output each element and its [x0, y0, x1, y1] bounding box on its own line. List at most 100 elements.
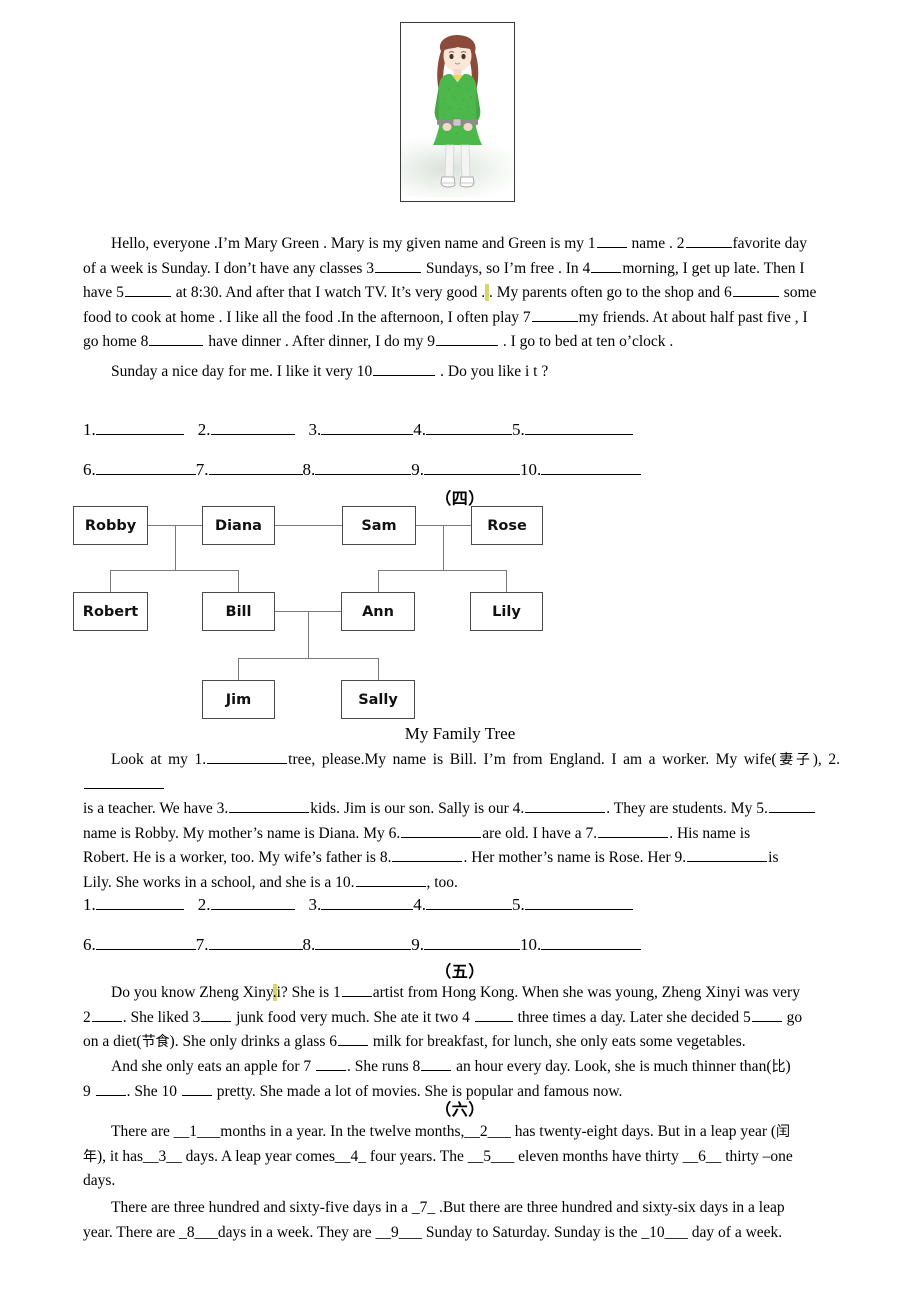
ft-blank-3 — [229, 797, 310, 814]
tree-node-jim: Jim — [202, 680, 275, 719]
illustration-frame — [400, 22, 515, 202]
answer-line-5[interactable] — [524, 418, 633, 436]
ft-cn-wife: 妻子 — [776, 752, 813, 768]
s5-l3b: ). She only drinks a glass 6 — [169, 1033, 338, 1051]
p3-line1-b: name . 2 — [627, 235, 685, 252]
s5-l1b: i? She is 1 — [276, 984, 341, 1001]
section-five-caption: （五） — [435, 962, 485, 981]
s5-blank-8 — [421, 1055, 452, 1071]
answer2-num-5: 5. — [512, 895, 525, 915]
tree-node-sam: Sam — [342, 506, 416, 545]
p3-line5-b: have dinner . After dinner, I do my 9 — [204, 333, 435, 351]
tree-drop-robert — [110, 570, 111, 592]
ft-blank-5 — [768, 797, 815, 814]
tree-node-label: Sally — [358, 691, 398, 708]
answer-row-1-5-first: 1. 2. 3. 4. 5. — [83, 418, 633, 440]
inline-blank-8 — [149, 331, 204, 347]
answer2-line-5[interactable] — [524, 893, 633, 911]
answer2-line-6[interactable] — [95, 933, 196, 951]
s6-l1a: There are __1___months in a year. In the… — [111, 1123, 777, 1140]
s6-l4a: There are three hundred and sixty-five d… — [111, 1199, 785, 1216]
section-five-passage-a: Do you know Zheng Xiny.i? She is 1 artist… — [83, 981, 840, 1055]
ft-l4b: . Her mother’s name is Rose. Her 9. — [463, 849, 687, 867]
answer-num-1: 1. — [83, 420, 96, 440]
ft-l1d: ), 2. — [812, 751, 840, 768]
answer-line-9[interactable] — [424, 458, 520, 476]
answer-line-10[interactable] — [541, 458, 642, 476]
s5-blank-3 — [201, 1006, 232, 1022]
s5-l4a: And she only eats an apple for 7 — [111, 1058, 316, 1075]
answer-num-3: 3. — [308, 420, 322, 440]
answer-line-2[interactable] — [210, 418, 295, 436]
answer-line-3[interactable] — [321, 418, 414, 436]
s5-l4d: ) — [785, 1058, 791, 1075]
answer-row-6-10-second: 6. 7. 8. 9. 10. — [83, 933, 642, 955]
worksheet-page: Hello, everyone .I’m Mary Green . Mary i… — [0, 0, 920, 1302]
s5-blank-4 — [474, 1006, 513, 1022]
s5-l4c: an hour every day. Look, she is much thi… — [452, 1058, 772, 1075]
answer-line-1[interactable] — [95, 418, 184, 436]
p3-line3-b: at 8:30. And after that I watch TV. It’s… — [171, 284, 486, 302]
s5-l2d: three times a day. Later she decided 5 — [513, 1008, 751, 1026]
p3-line2-b: Sundays, so I’m free . In 4 — [421, 259, 591, 277]
s5-blank-1 — [341, 981, 372, 997]
answer-num-4: 4. — [413, 420, 426, 440]
answer2-line-4[interactable] — [426, 893, 512, 911]
tree-drop-jim — [238, 658, 239, 680]
answer2-num-7: 7. — [195, 935, 209, 955]
answer2-line-8[interactable] — [315, 933, 412, 951]
tree-node-label: Lily — [492, 603, 521, 620]
ft-l1b: tree, please.My name is Bill. I’m from E… — [288, 751, 777, 768]
s5-l2a: 2 — [83, 1008, 91, 1026]
answer-num-6: 6. — [83, 460, 96, 480]
inline-blank-4 — [591, 257, 622, 273]
cartoon-girl-illustration — [433, 35, 482, 188]
answer-line-6[interactable] — [95, 458, 196, 476]
p3-line6-a: Sunday a nice day for me. I like it very… — [111, 363, 373, 380]
answer2-line-7[interactable] — [208, 933, 303, 951]
answer-line-4[interactable] — [426, 418, 512, 436]
s5-blank-5 — [751, 1006, 782, 1022]
s5-cn-diet: 节食 — [141, 1034, 170, 1051]
tree-node-robby: Robby — [73, 506, 148, 545]
tree-drop-bill-ann — [308, 611, 309, 658]
ft-blank-10 — [355, 871, 426, 887]
answer2-line-3[interactable] — [321, 893, 414, 911]
passage-three-text: Hello, everyone .I’m Mary Green . Mary i… — [83, 232, 840, 355]
tree-node-label: Diana — [215, 517, 262, 534]
s5-blank-10 — [181, 1080, 212, 1096]
answer2-line-9[interactable] — [424, 933, 520, 951]
ft-blank-7 — [598, 822, 669, 838]
answer-row-6-10-first: 6. 7. 8. 9. 10. — [83, 458, 642, 480]
tree-sibling-bar-bottom — [238, 658, 378, 659]
answer2-num-4: 4. — [413, 895, 426, 915]
answer-line-8[interactable] — [315, 458, 412, 476]
answer-line-7[interactable] — [208, 458, 303, 476]
tree-drop-bill — [238, 570, 239, 592]
ft-l3a: name is Robby. My mother’s name is Diana… — [83, 824, 401, 842]
tree-drop-lily — [506, 570, 507, 592]
s5-l3a: on a diet( — [83, 1033, 142, 1051]
tree-node-sally: Sally — [341, 680, 415, 719]
ft-l4c: is — [768, 849, 779, 867]
ft-l2b: kids. Jim is our son. Sally is our 4. — [310, 800, 525, 818]
answer2-line-10[interactable] — [541, 933, 642, 951]
p3-line3-a: have 5 — [83, 284, 124, 302]
answer2-num-2: 2. — [197, 895, 211, 915]
tree-node-label: Rose — [487, 517, 527, 534]
inline-blank-3 — [374, 257, 421, 273]
answer2-num-3: 3. — [308, 895, 322, 915]
answer2-line-2[interactable] — [210, 893, 295, 911]
family-tree-title: My Family Tree — [404, 724, 516, 743]
answer2-num-6: 6. — [83, 935, 96, 955]
answer-num-7: 7. — [195, 460, 209, 480]
p3-line6-b: . Do you like i t ? — [436, 363, 549, 380]
tree-drop-robby-diana — [175, 525, 176, 570]
ft-blank-2 — [84, 773, 164, 789]
s5-l2b: . She liked 3 — [122, 1008, 201, 1026]
s5-l3c: milk for breakfast, for lunch, she only … — [369, 1033, 746, 1051]
tree-node-lily: Lily — [470, 592, 543, 631]
s5-l2c: junk food very much. She ate it two 4 — [232, 1008, 474, 1026]
answer2-line-1[interactable] — [95, 893, 184, 911]
section-six-passage-b: There are three hundred and sixty-five d… — [83, 1196, 840, 1245]
